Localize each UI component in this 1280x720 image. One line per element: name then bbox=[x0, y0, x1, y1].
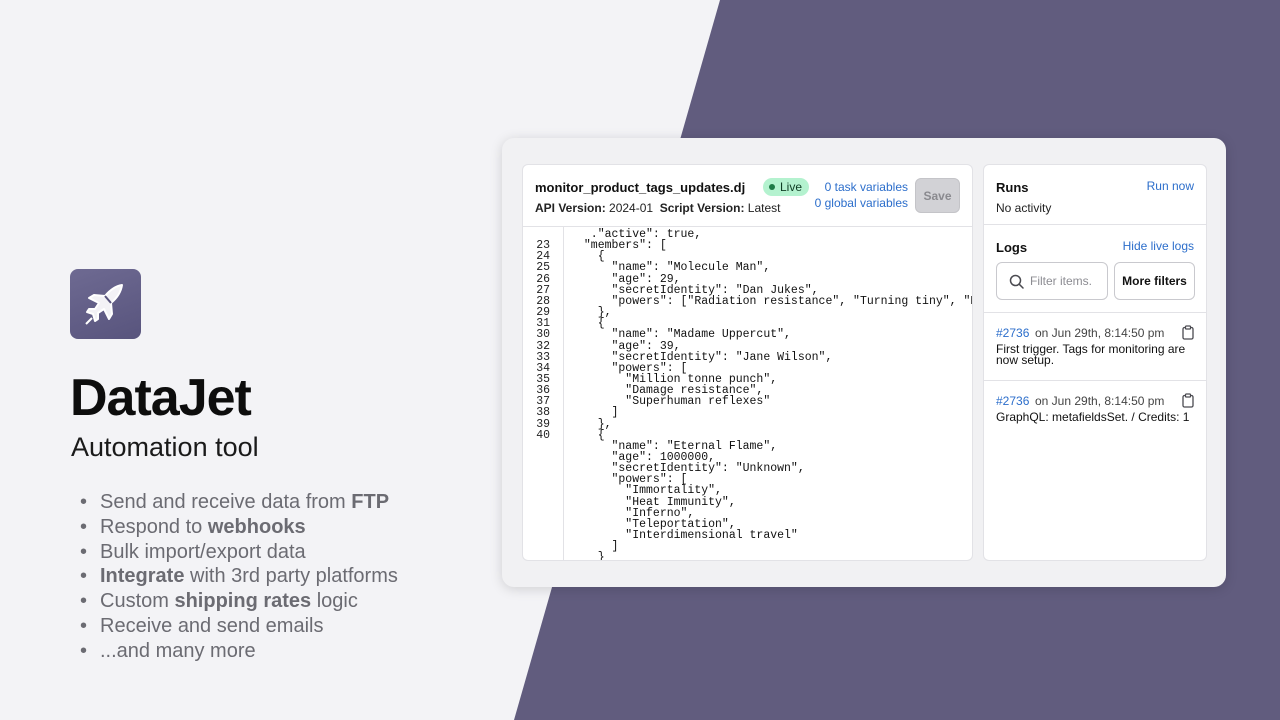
code-text: "secretIdentity": "Jane Wilson", bbox=[577, 350, 833, 364]
runs-title: Runs bbox=[996, 180, 1029, 195]
status-badge-label: Live bbox=[780, 180, 803, 194]
line-number: 32 bbox=[536, 339, 550, 353]
code-line: "Immortality", bbox=[523, 484, 972, 498]
code-line: 30 "name": "Madame Uppercut", bbox=[523, 328, 972, 342]
log-timestamp: on Jun 29th, 8:14:50 pm bbox=[1035, 326, 1165, 340]
code-line: } bbox=[523, 552, 972, 560]
code-text: "name": "Molecule Man", bbox=[577, 261, 771, 275]
code-line: 33 "secretIdentity": "Jane Wilson", bbox=[523, 350, 972, 364]
script-version: Latest bbox=[747, 201, 781, 215]
log-timestamp: on Jun 29th, 8:14:50 pm bbox=[1035, 394, 1165, 408]
log-entry[interactable]: #2736 on Jun 29th, 8:14:50 pm GraphQL: m… bbox=[984, 380, 1206, 428]
code-text: "age": 39, bbox=[577, 339, 681, 353]
variable-links: 0 task variables 0 global variables bbox=[815, 179, 908, 211]
log-entry[interactable]: #2736 on Jun 29th, 8:14:50 pm First trig… bbox=[984, 312, 1206, 380]
status-badge: Live bbox=[763, 178, 810, 196]
script-editor-panel: monitor_product_tags_updates.dj Live API… bbox=[522, 164, 973, 561]
feature-item: Send and receive data from FTP bbox=[78, 490, 398, 515]
code-text: "name": "Madame Uppercut", bbox=[577, 328, 791, 342]
api-version: 2024-01 bbox=[609, 201, 654, 215]
save-button[interactable]: Save bbox=[915, 178, 960, 213]
code-line: "Heat Immunity", bbox=[523, 495, 972, 509]
jet-icon bbox=[84, 284, 123, 325]
more-filters-button[interactable]: More filters bbox=[1114, 262, 1195, 300]
line-number: 33 bbox=[536, 350, 550, 364]
feature-item: ...and many more bbox=[78, 639, 398, 664]
app-logo bbox=[70, 269, 141, 339]
line-number: 40 bbox=[536, 428, 550, 442]
code-line: 26 "age": 29, bbox=[523, 272, 972, 286]
feature-item: Receive and send emails bbox=[78, 614, 398, 639]
brand-name: DataJet bbox=[70, 369, 252, 427]
feature-item: Respond to webhooks bbox=[78, 515, 398, 540]
code-editor[interactable]: ."active": true, 23 "members": [24 {25 "n… bbox=[523, 227, 972, 560]
feature-item: Bulk import/export data bbox=[78, 540, 398, 565]
code-text: ] bbox=[577, 406, 619, 420]
code-text: "age": 29, bbox=[577, 272, 681, 286]
divider bbox=[984, 224, 1206, 225]
code-line: 39 }, bbox=[523, 417, 972, 431]
line-number: 39 bbox=[536, 417, 550, 431]
line-number: 25 bbox=[536, 261, 550, 275]
feature-list: Send and receive data from FTP Respond t… bbox=[78, 490, 398, 664]
feature-item: Custom shipping rates logic bbox=[78, 589, 398, 614]
code-line: 38 ] bbox=[523, 406, 972, 420]
runs-logs-panel: Runs Run now No activity Logs Hide live … bbox=[983, 164, 1207, 561]
code-text: "Heat Immunity", bbox=[577, 495, 736, 509]
log-run-id[interactable]: #2736 bbox=[996, 394, 1029, 408]
hide-live-logs-link[interactable]: Hide live logs bbox=[1123, 239, 1194, 253]
global-variables-link[interactable]: 0 global variables bbox=[815, 195, 908, 211]
live-dot-icon bbox=[769, 184, 775, 190]
code-line: 32 "age": 39, bbox=[523, 339, 972, 353]
script-file-name: monitor_product_tags_updates.dj bbox=[535, 180, 746, 195]
code-text: } bbox=[577, 551, 605, 560]
logs-title: Logs bbox=[996, 240, 1028, 255]
code-text: }, bbox=[577, 417, 612, 431]
feature-item: Integrate with 3rd party platforms bbox=[78, 564, 398, 589]
brand-tagline: Automation tool bbox=[71, 432, 259, 462]
clipboard-icon[interactable] bbox=[1182, 325, 1194, 340]
line-number: 38 bbox=[536, 406, 550, 420]
search-icon bbox=[1009, 274, 1024, 289]
code-text: "Immortality", bbox=[577, 484, 722, 498]
clipboard-icon[interactable] bbox=[1182, 393, 1194, 408]
log-message: GraphQL: metafieldsSet. / Credits: 1 bbox=[996, 410, 1190, 424]
editor-header: monitor_product_tags_updates.dj Live API… bbox=[523, 165, 972, 227]
code-line: 25 "name": "Molecule Man", bbox=[523, 261, 972, 275]
version-info: API Version: 2024-01 Script Version: Lat… bbox=[535, 201, 781, 215]
run-now-link[interactable]: Run now bbox=[1147, 179, 1194, 193]
task-variables-link[interactable]: 0 task variables bbox=[815, 179, 908, 195]
log-run-id[interactable]: #2736 bbox=[996, 326, 1029, 340]
line-number: 26 bbox=[536, 272, 550, 286]
log-filter-input[interactable]: Filter items. bbox=[996, 262, 1108, 300]
code-text: "powers": ["Radiation resistance", "Turn… bbox=[611, 294, 973, 308]
line-number: 30 bbox=[536, 328, 550, 342]
log-message: First trigger. Tags for monitoring are n… bbox=[996, 342, 1186, 367]
log-filter-placeholder: Filter items. bbox=[1030, 274, 1093, 288]
app-window: monitor_product_tags_updates.dj Live API… bbox=[502, 138, 1226, 587]
runs-status: No activity bbox=[996, 201, 1052, 215]
